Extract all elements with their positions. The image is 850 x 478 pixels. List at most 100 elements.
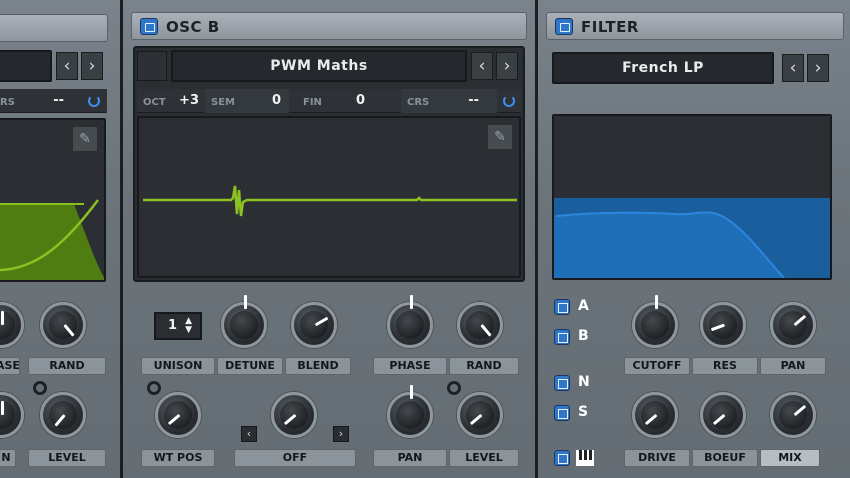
power-icon[interactable] xyxy=(555,18,573,35)
chevron-right-icon: › xyxy=(814,58,822,78)
osc-b-oct-cell[interactable]: OCT +3 xyxy=(137,89,203,113)
boeuf-label: BOEUF xyxy=(692,449,758,467)
osc-a-pan-knob[interactable] xyxy=(0,392,24,438)
loop-icon[interactable] xyxy=(88,95,100,107)
route-n-label: N xyxy=(578,374,590,390)
unison-label: UNISON xyxy=(141,357,215,375)
unison-stepper[interactable]: 1 ▲ ▼ xyxy=(154,312,202,340)
route-a-label: A xyxy=(578,298,589,314)
warp-mode-label[interactable]: OFF xyxy=(234,449,356,467)
osc-a-level-knob[interactable] xyxy=(40,392,86,438)
osc-a-panel: ‹ › RS -- ✎ ASE RAND N LEVEL xyxy=(0,0,120,478)
osc-b-next-button[interactable]: › xyxy=(496,52,518,80)
filter-type-selector[interactable]: French LP xyxy=(552,52,774,84)
oct-value: +3 xyxy=(179,93,199,108)
crs-label: CRS xyxy=(407,97,430,108)
osc-b-sem-cell[interactable]: SEM 0 xyxy=(205,89,289,113)
filter-title: FILTER xyxy=(581,18,639,36)
osc-b-crs-cell[interactable]: CRS -- xyxy=(401,89,497,113)
route-s-label: S xyxy=(578,404,589,420)
osc-b-param-row: OCT +3 SEM 0 FIN 0 CRS -- xyxy=(137,89,521,113)
warp-next-button[interactable]: › xyxy=(333,426,349,442)
osc-b-fin-cell[interactable]: FIN 0 xyxy=(291,89,381,113)
keyboard-icon[interactable] xyxy=(576,450,594,466)
osc-a-prev-button[interactable]: ‹ xyxy=(56,52,78,80)
pencil-icon[interactable]: ✎ xyxy=(72,126,98,152)
fin-value: 0 xyxy=(355,93,365,108)
chevron-left-icon: ‹ xyxy=(63,56,71,76)
chevron-right-icon: › xyxy=(503,56,511,76)
filter-next-button[interactable]: › xyxy=(807,54,829,82)
pan-label: PAN xyxy=(373,449,447,467)
osc-a-level-label: LEVEL xyxy=(28,449,106,467)
sem-value: 0 xyxy=(271,93,281,108)
rand-knob[interactable] xyxy=(457,302,503,348)
blend-knob[interactable] xyxy=(291,302,337,348)
filter-panel: FILTER French LP ‹ › A B N S CUTOFF RES … xyxy=(538,0,850,478)
osc-a-wavetable-selector[interactable] xyxy=(0,50,52,82)
osc-b-title: OSC B xyxy=(166,18,220,36)
rand-label: RAND xyxy=(449,357,519,375)
osc-a-pan-label: N xyxy=(0,449,16,467)
chevron-right-icon: › xyxy=(338,427,344,440)
route-n-toggle[interactable] xyxy=(554,375,570,391)
phase-label: PHASE xyxy=(373,357,447,375)
blend-label: BLEND xyxy=(285,357,351,375)
sem-label: SEM xyxy=(211,97,235,108)
filter-response-curve xyxy=(554,198,830,278)
mix-knob[interactable] xyxy=(770,392,816,438)
osc-a-next-button[interactable]: › xyxy=(81,52,103,80)
warp-knob[interactable] xyxy=(271,392,317,438)
drive-knob[interactable] xyxy=(632,392,678,438)
power-icon[interactable] xyxy=(140,18,158,35)
loop-icon[interactable] xyxy=(503,95,515,107)
detune-knob[interactable] xyxy=(221,295,267,348)
pencil-icon[interactable]: ✎ xyxy=(487,124,513,150)
level-knob[interactable] xyxy=(457,392,503,438)
osc-a-crs-cell[interactable]: RS -- xyxy=(0,89,90,113)
wt-pos-mod-hook[interactable] xyxy=(147,381,161,395)
level-mod-hook[interactable] xyxy=(447,381,461,395)
osc-b-wt-menu-button[interactable] xyxy=(137,51,167,81)
filter-prev-button[interactable]: ‹ xyxy=(782,54,804,82)
chevron-left-icon: ‹ xyxy=(478,56,486,76)
osc-a-phase-knob[interactable] xyxy=(0,302,24,348)
warp-prev-button[interactable]: ‹ xyxy=(241,426,257,442)
osc-a-param-row: RS -- xyxy=(0,89,107,113)
res-label: RES xyxy=(692,357,758,375)
route-b-label: B xyxy=(578,328,589,344)
osc-a-rand-knob[interactable] xyxy=(40,302,86,348)
osc-a-mod-hook[interactable] xyxy=(33,381,47,395)
osc-a-rand-label: RAND xyxy=(28,357,106,375)
route-s-toggle[interactable] xyxy=(554,405,570,421)
osc-a-phase-label: ASE xyxy=(0,357,20,375)
unison-value: 1 xyxy=(168,318,178,333)
route-a-toggle[interactable] xyxy=(554,299,570,315)
cutoff-knob[interactable] xyxy=(632,295,678,348)
osc-a-header xyxy=(0,14,108,42)
osc-a-crs-label: RS xyxy=(0,97,15,108)
osc-b-header: OSC B xyxy=(131,12,527,40)
route-b-toggle[interactable] xyxy=(554,329,570,345)
chevron-left-icon: ‹ xyxy=(246,427,252,440)
osc-a-waveform-display: ✎ xyxy=(0,118,106,282)
res-knob[interactable] xyxy=(700,302,746,348)
wt-pos-label: WT POS xyxy=(141,449,215,467)
filter-pan-knob[interactable] xyxy=(770,302,816,348)
pan-knob[interactable] xyxy=(387,385,433,438)
cutoff-label: CUTOFF xyxy=(624,357,690,375)
chevron-right-icon: › xyxy=(88,56,96,76)
osc-a-crs-value: -- xyxy=(53,93,64,108)
osc-b-prev-button[interactable]: ‹ xyxy=(471,52,493,80)
drive-label: DRIVE xyxy=(624,449,690,467)
detune-label: DETUNE xyxy=(217,357,283,375)
boeuf-knob[interactable] xyxy=(700,392,746,438)
fin-label: FIN xyxy=(303,97,322,108)
phase-knob[interactable] xyxy=(387,295,433,348)
wt-pos-knob[interactable] xyxy=(155,392,201,438)
chevron-left-icon: ‹ xyxy=(789,58,797,78)
osc-b-wavetable-selector[interactable]: PWM Maths xyxy=(171,50,467,82)
keytrack-toggle[interactable] xyxy=(554,450,570,466)
crs-value: -- xyxy=(468,93,479,108)
osc-b-waveform-display: ✎ xyxy=(137,116,521,278)
